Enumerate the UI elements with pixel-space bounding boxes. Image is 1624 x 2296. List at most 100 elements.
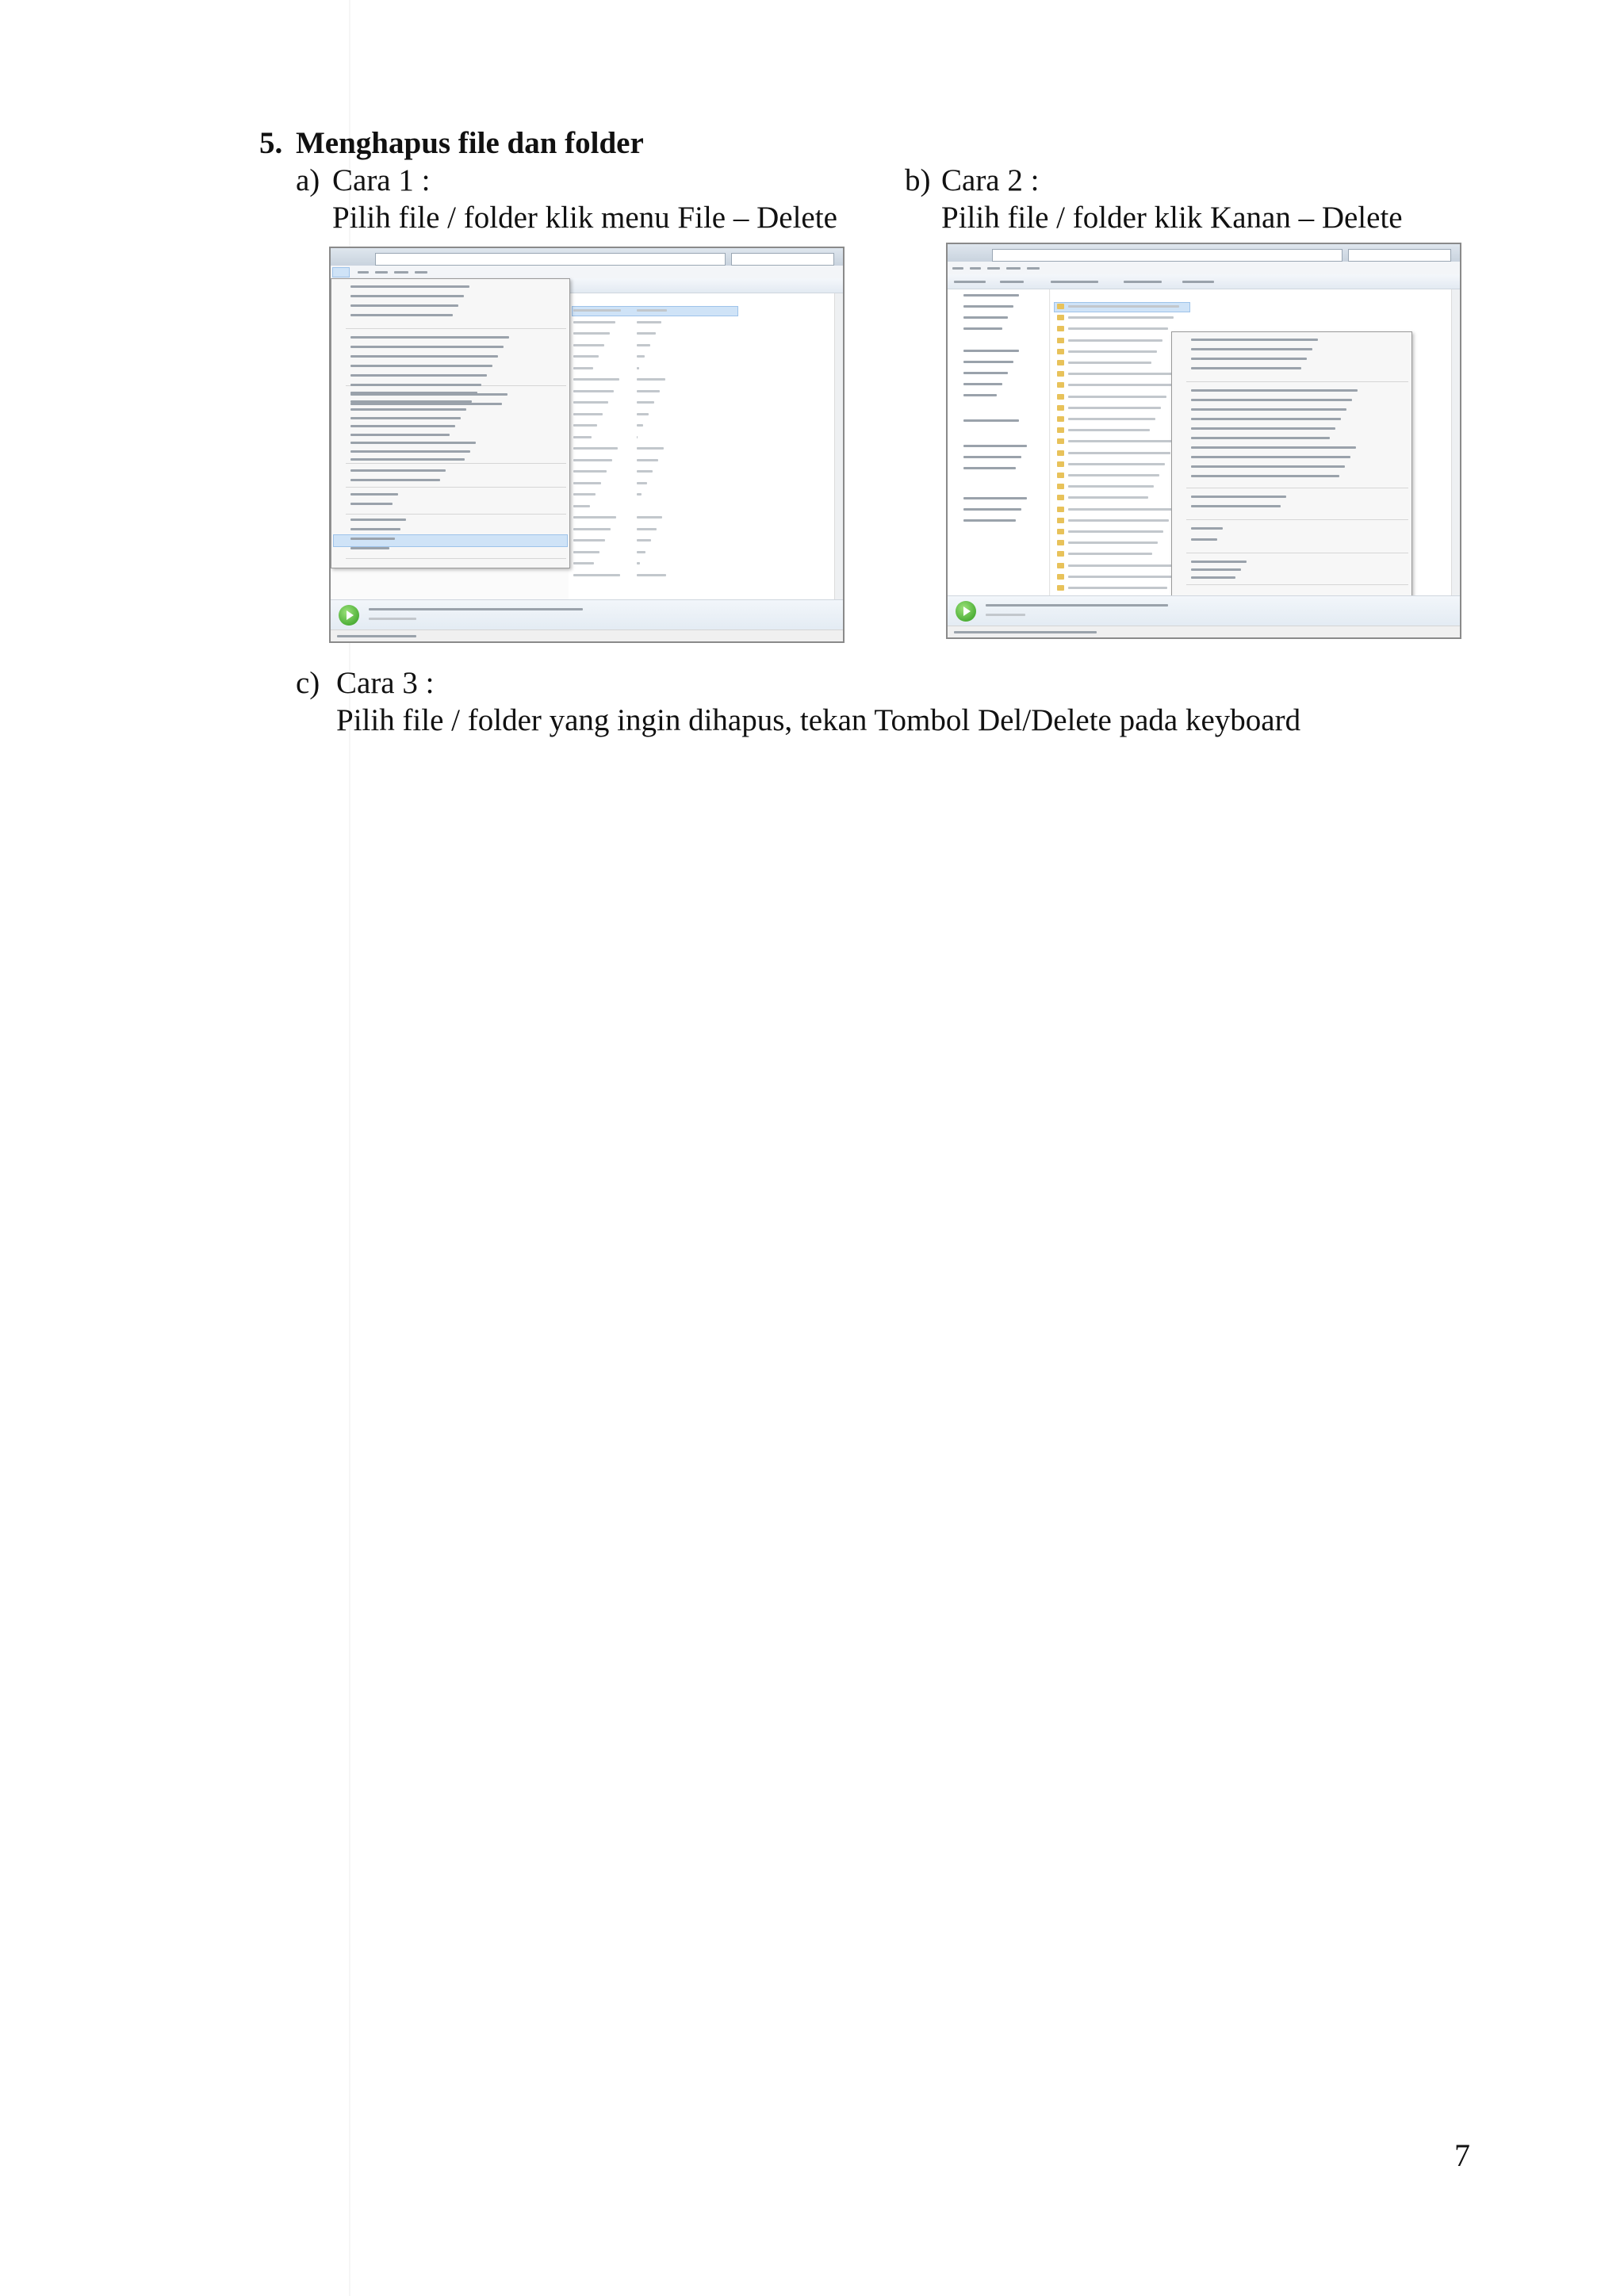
screenshot-file-menu-delete: [329, 247, 845, 643]
placeholder-line: [637, 516, 662, 519]
search-box: [1348, 249, 1451, 262]
placeholder-line: [350, 503, 393, 505]
placeholder-line: [1068, 485, 1154, 488]
placeholder-line: [350, 433, 450, 436]
placeholder-line: [573, 378, 619, 381]
placeholder-line: [963, 361, 1013, 363]
menu-bar: [331, 266, 843, 279]
placeholder-line: [350, 403, 502, 405]
placeholder-line: [350, 384, 481, 386]
section-number: 5.: [259, 126, 283, 160]
folder-icon: [1057, 495, 1064, 501]
method-a-description: Pilih file / folder klik menu File – Del…: [332, 201, 837, 235]
placeholder-line: [1068, 553, 1152, 556]
folder-icon: [1057, 551, 1064, 557]
method-b-description: Pilih file / folder klik Kanan – Delete: [941, 201, 1403, 235]
placeholder-line: [1191, 418, 1341, 420]
folder-icon: [1057, 326, 1064, 332]
folder-icon: [1057, 360, 1064, 365]
method-b-marker: b): [905, 163, 931, 197]
placeholder-line: [1068, 530, 1163, 533]
placeholder-line: [963, 419, 1019, 422]
placeholder-line: [637, 309, 667, 312]
screenshot-right-click-delete: [946, 243, 1461, 639]
placeholder-line: [573, 435, 592, 438]
placeholder-line: [963, 445, 1027, 447]
placeholder-line: [1068, 519, 1169, 522]
placeholder-line: [350, 528, 400, 530]
placeholder-line: [350, 416, 461, 419]
placeholder-line: [1068, 373, 1178, 376]
folder-icon: [1057, 573, 1064, 580]
placeholder-line: [963, 394, 997, 396]
placeholder-line: [573, 516, 616, 519]
placeholder-line: [1068, 305, 1179, 308]
folder-icon: [1057, 315, 1064, 321]
placeholder-line: [637, 481, 647, 484]
placeholder-line: [637, 424, 643, 427]
placeholder-line: [1191, 456, 1350, 458]
placeholder-line: [1191, 399, 1352, 401]
placeholder-line: [1068, 418, 1155, 420]
placeholder-line: [573, 320, 615, 323]
placeholder-line: [350, 538, 395, 540]
folder-icon: [1057, 585, 1064, 591]
placeholder-line: [637, 539, 651, 541]
placeholder-line: [963, 294, 1019, 297]
placeholder-line: [573, 458, 612, 461]
placeholder-line: [1068, 440, 1176, 443]
folder-icon: [1057, 484, 1064, 490]
placeholder-line: [350, 442, 476, 444]
placeholder-line: [1191, 427, 1335, 430]
folder-preview-icon: [956, 601, 976, 622]
folder-preview-icon: [339, 605, 359, 626]
placeholder-line: [573, 447, 618, 450]
placeholder-line: [350, 400, 472, 403]
placeholder-line: [350, 295, 464, 297]
placeholder-line: [573, 355, 599, 358]
menu-bar: [948, 262, 1460, 275]
placeholder-line: [637, 378, 665, 381]
placeholder-line: [573, 332, 610, 335]
placeholder-line: [350, 458, 465, 461]
method-c-description: Pilih file / folder yang ingin dihapus, …: [336, 703, 1301, 737]
placeholder-line: [637, 401, 654, 404]
placeholder-line: [573, 343, 604, 346]
placeholder-line: [963, 316, 1008, 319]
placeholder-line: [1068, 395, 1166, 398]
placeholder-line: [1191, 348, 1312, 350]
navigation-pane: [948, 289, 1050, 596]
placeholder-line: [963, 372, 1008, 374]
placeholder-line: [1191, 527, 1223, 530]
folder-icon: [1057, 337, 1064, 343]
placeholder-line: [573, 481, 601, 484]
placeholder-line: [1068, 541, 1158, 545]
file-list: [569, 293, 835, 600]
placeholder-line: [1068, 339, 1162, 342]
placeholder-line: [637, 366, 639, 369]
placeholder-line: [1068, 451, 1170, 454]
details-pane: [948, 595, 1460, 626]
placeholder-line: [1191, 568, 1241, 571]
placeholder-line: [1068, 564, 1178, 567]
placeholder-line: [1068, 575, 1173, 578]
details-pane: [331, 599, 843, 630]
placeholder-line: [637, 435, 638, 438]
placeholder-line: [1068, 507, 1174, 511]
placeholder-line: [573, 470, 607, 473]
placeholder-line: [350, 314, 453, 316]
placeholder-line: [350, 374, 487, 377]
page-number: 7: [1454, 2137, 1470, 2173]
placeholder-line: [1191, 358, 1307, 360]
placeholder-line: [1191, 561, 1247, 563]
placeholder-line: [573, 493, 596, 496]
placeholder-line: [1191, 505, 1281, 507]
placeholder-line: [637, 389, 660, 392]
folder-icon: [1057, 529, 1064, 534]
window-titlebar: [948, 244, 1460, 262]
window-titlebar: [331, 248, 843, 266]
placeholder-line: [637, 458, 658, 461]
menu-item-rename-highlight: [333, 534, 568, 547]
placeholder-line: [573, 539, 605, 541]
placeholder-line: [1191, 576, 1235, 579]
